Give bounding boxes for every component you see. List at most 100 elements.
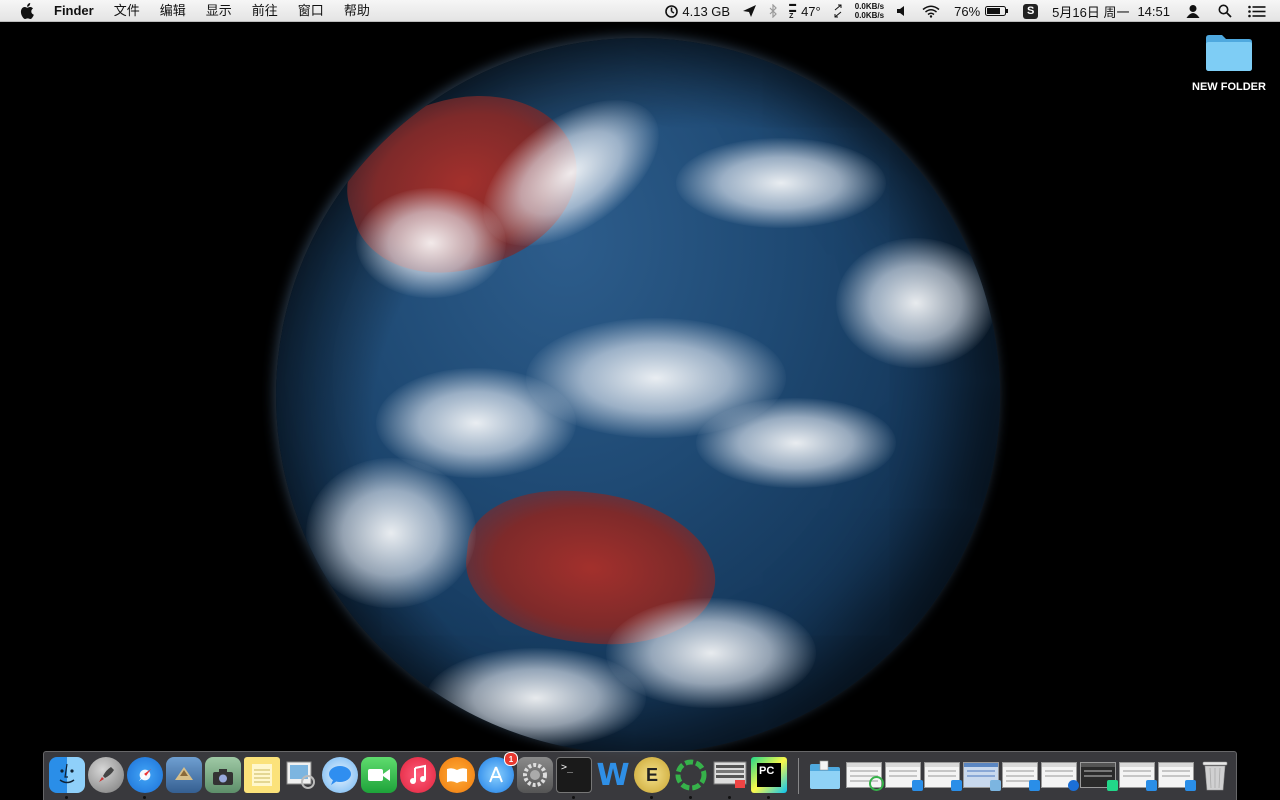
dock-pycharm-icon[interactable]: PC [751, 757, 787, 793]
wifi-icon[interactable] [914, 0, 948, 22]
dock-safari-icon[interactable] [127, 757, 163, 793]
running-indicator [728, 796, 731, 799]
volume-icon[interactable] [890, 0, 914, 22]
word-glyph: W [596, 757, 630, 793]
memory-gauge-icon [665, 4, 679, 18]
dock-separator [798, 758, 799, 794]
dock-minimized-window[interactable] [1158, 762, 1196, 791]
wallpaper-cloud [676, 138, 886, 228]
battery-icon [985, 5, 1009, 17]
running-indicator [572, 796, 575, 799]
battery-status[interactable]: 76% [948, 0, 1015, 22]
wallpaper-cloud [836, 238, 996, 368]
dock-minimized-window[interactable] [1002, 762, 1040, 791]
notification-center-icon[interactable] [1240, 0, 1280, 22]
earth-wallpaper [276, 38, 1000, 754]
dock-minimized-window[interactable] [1119, 762, 1157, 791]
dock-system-preferences-icon[interactable] [517, 757, 553, 793]
dock-sync-icon[interactable] [673, 757, 709, 793]
terminal-prompt: >_ [561, 762, 574, 773]
pycharm-glyph: PC [759, 765, 775, 777]
dock-minimized-window[interactable] [924, 762, 962, 791]
dock-app-store-icon[interactable]: 1 [478, 752, 518, 793]
time-text: 14:51 [1137, 3, 1170, 19]
dock-terminal-icon[interactable]: >_ [556, 757, 592, 793]
dock-finder-icon[interactable] [49, 757, 85, 793]
wallpaper-cloud [356, 188, 506, 298]
running-indicator [143, 796, 146, 799]
folder-label: NEW FOLDER [1192, 81, 1266, 93]
app-store-badge: 1 [504, 752, 518, 766]
running-indicator [65, 796, 68, 799]
menu-window[interactable]: 窗口 [288, 0, 334, 22]
pycharm-glyph-box: PC [757, 763, 781, 787]
dock-screen-icon[interactable] [712, 757, 748, 793]
menu-file[interactable]: 文件 [104, 0, 150, 22]
dock-music-icon[interactable] [400, 757, 436, 793]
dock-minimized-window[interactable] [963, 762, 1001, 791]
dock-mail-icon[interactable] [166, 757, 202, 793]
running-indicator [650, 796, 653, 799]
dock-word-icon[interactable]: W [595, 757, 631, 793]
safari-badge-icon [1068, 780, 1079, 791]
spotlight-search-icon[interactable] [1210, 0, 1240, 22]
evernote-glyph: E [645, 764, 658, 785]
dock-launchpad-icon[interactable] [88, 757, 124, 793]
finder-badge-icon [1185, 780, 1196, 791]
desktop[interactable]: Finder 文件 编辑 显示 前往 窗口 帮助 4.13 GB ▬ ▬ Z 4… [0, 0, 1280, 800]
menu-bar-status: 4.13 GB ▬ ▬ Z 47° 0.0KB/s 0.0KB/s 76% S … [659, 0, 1280, 22]
date-text: 5月16日 周一 [1052, 4, 1130, 20]
battery-percent: 76% [954, 3, 981, 19]
folder-icon [1204, 32, 1254, 77]
send-icon[interactable] [736, 0, 763, 22]
preview-badge-icon [990, 780, 1001, 791]
dock-minimized-window[interactable] [885, 762, 923, 791]
memory-status[interactable]: 4.13 GB [659, 0, 736, 22]
dock-ibooks-icon[interactable] [439, 757, 475, 793]
pycharm-badge-icon [1107, 780, 1118, 791]
dock-trash-icon[interactable] [1197, 757, 1233, 793]
temperature-status[interactable]: ▬ ▬ Z 47° [783, 0, 827, 22]
menu-bar: Finder 文件 编辑 显示 前往 窗口 帮助 4.13 GB ▬ ▬ Z 4… [0, 0, 1280, 22]
desktop-folder[interactable]: NEW FOLDER [1186, 32, 1272, 106]
sogou-input-icon[interactable]: S [1015, 0, 1046, 22]
apple-menu-icon[interactable] [19, 0, 35, 22]
menu-app-finder[interactable]: Finder [54, 0, 104, 22]
dock-minimized-window[interactable] [1080, 762, 1118, 791]
sync-badge-icon [869, 776, 884, 791]
dock-minimized-window[interactable] [1041, 762, 1079, 791]
dock-facetime-icon[interactable] [361, 757, 397, 793]
dock-messages-icon[interactable] [322, 757, 358, 793]
dock-image-capture-icon[interactable] [205, 757, 241, 793]
wallpaper-cloud [426, 648, 646, 748]
menu-bar-left: Finder 文件 编辑 显示 前往 窗口 帮助 [0, 0, 380, 22]
clock[interactable]: 5月16日 周一 14:51 [1046, 0, 1176, 22]
user-icon[interactable] [1176, 0, 1210, 22]
bluetooth-icon[interactable] [763, 0, 783, 22]
dock-notes-icon[interactable] [244, 757, 280, 793]
running-indicator [689, 796, 692, 799]
dock-evernote-icon[interactable]: E [634, 757, 670, 793]
memory-value: 4.13 GB [682, 3, 731, 19]
finder-badge-icon [951, 780, 962, 791]
dock-minimized-window[interactable] [846, 762, 884, 791]
network-speed[interactable]: 0.0KB/s 0.0KB/s [849, 0, 890, 22]
dock: 1 >_ W E PC [43, 751, 1237, 800]
arrows-icon[interactable] [827, 0, 849, 22]
finder-badge-icon [912, 780, 923, 791]
menu-view[interactable]: 显示 [196, 0, 242, 22]
dock-downloads-folder-icon[interactable] [807, 757, 843, 793]
finder-badge-icon [1146, 780, 1157, 791]
menu-help[interactable]: 帮助 [334, 0, 380, 22]
temperature-sensor-icon: ▬ ▬ Z [789, 1, 797, 20]
wallpaper-cloud [306, 458, 476, 608]
dock-preview-icon[interactable] [283, 757, 319, 793]
finder-badge-icon [1029, 780, 1040, 791]
menu-go[interactable]: 前往 [242, 0, 288, 22]
net-download: 0.0KB/s [854, 11, 885, 20]
menu-edit[interactable]: 编辑 [150, 0, 196, 22]
running-indicator [767, 796, 770, 799]
net-upload: 0.0KB/s [854, 2, 885, 11]
wallpaper-cloud [696, 398, 896, 488]
temperature-value: 47° [801, 3, 821, 19]
